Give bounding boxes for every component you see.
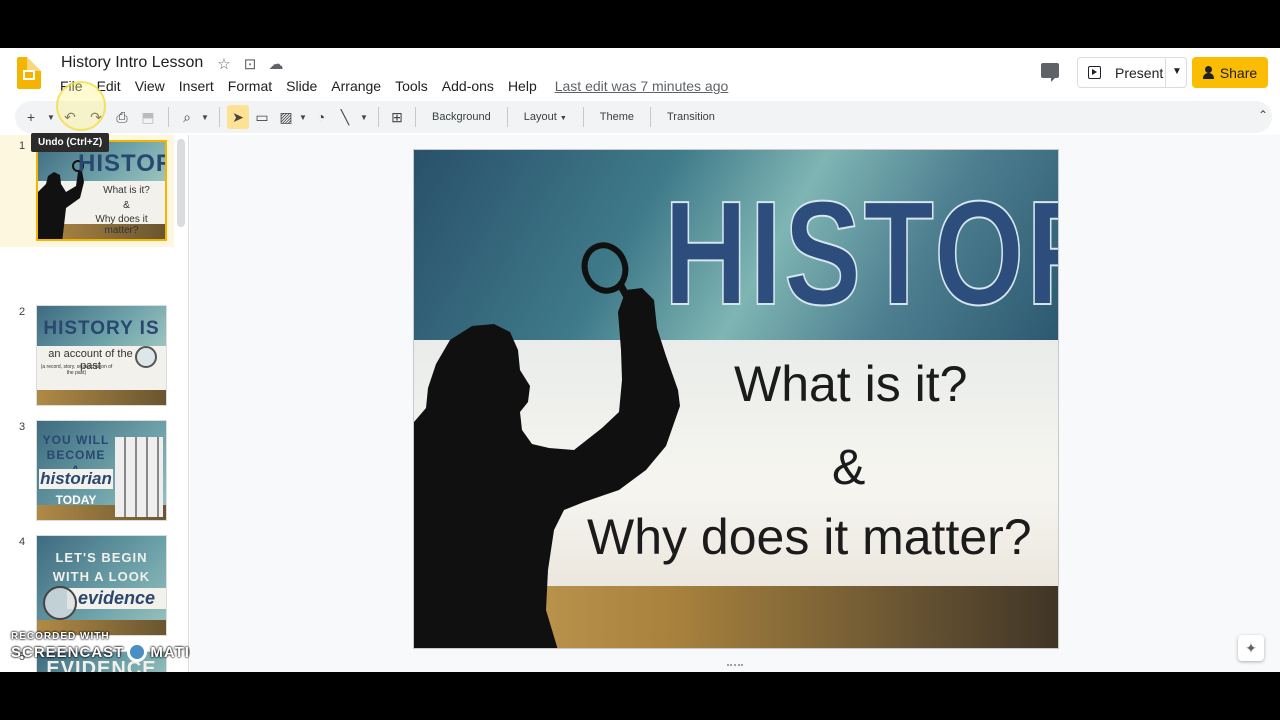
menu-slide[interactable]: Slide xyxy=(286,78,317,94)
slide-line-ampersand[interactable]: & xyxy=(832,438,865,496)
slide-thumbnail-1[interactable]: HISTORY What is it? & Why does it matter… xyxy=(36,140,167,241)
image-chevron-icon[interactable]: ▼ xyxy=(297,105,309,129)
toolbar: + ▼ ↶ ↷ ⎙ ⬒ ⌕ ▼ ➤ ▭ ▨ ▼ ◔ ╲ ▼ ⊞ Backgrou… xyxy=(15,101,1272,133)
share-button[interactable]: Share xyxy=(1192,57,1268,88)
thumb-line: (a record, story, or description of the … xyxy=(40,364,113,376)
slide-canvas: HISTORY What is it? & Why does it matter… xyxy=(190,135,1280,672)
document-title[interactable]: History Intro Lesson xyxy=(61,54,203,72)
new-slide-icon[interactable]: + xyxy=(17,105,45,129)
layout-button[interactable]: Layout ▼ xyxy=(515,111,576,123)
slide-number: 4 xyxy=(19,536,26,548)
select-cursor-icon[interactable]: ➤ xyxy=(227,105,249,129)
background-button[interactable]: Background xyxy=(423,111,500,123)
thumb-line: Why does it matter? xyxy=(95,214,148,236)
menu-arrange[interactable]: Arrange xyxy=(331,78,381,94)
thumb-line: & xyxy=(123,200,130,211)
present-icon xyxy=(1088,66,1101,79)
undo-tooltip: Undo (Ctrl+Z) xyxy=(31,133,110,152)
speaker-notes-resize-handle[interactable] xyxy=(727,664,743,668)
slide-number: 3 xyxy=(19,421,26,433)
slide-thumbnail-4[interactable]: LET'S BEGIN WITH A LOOK AT evidence xyxy=(36,535,167,636)
move-folder-icon[interactable]: ⊡ xyxy=(242,55,258,73)
cursor-highlight xyxy=(56,81,106,131)
line-icon[interactable]: ╲ xyxy=(333,105,357,129)
transition-button[interactable]: Transition xyxy=(658,111,724,123)
screencast-watermark: RECORDED WITH SCREENCAST MATIC xyxy=(11,631,202,662)
filmstrip-scrollbar[interactable] xyxy=(177,139,185,227)
image-icon[interactable]: ▨ xyxy=(275,105,297,129)
slide-filmstrip: 1 HISTORY What is it? & Why does it matt… xyxy=(0,135,189,672)
slide-thumbnail-3[interactable]: YOU WILL BECOME A historian TODAY xyxy=(36,420,167,521)
slide-line-why-matter[interactable]: Why does it matter? xyxy=(587,508,1032,566)
collapse-menus-chevron-icon[interactable]: ⌃ xyxy=(1258,108,1268,122)
menu-addons[interactable]: Add-ons xyxy=(442,78,494,94)
comment-history-icon[interactable] xyxy=(1041,63,1059,82)
menu-insert[interactable]: Insert xyxy=(179,78,214,94)
thumb-line: evidence xyxy=(67,588,166,609)
star-icon[interactable]: ☆ xyxy=(216,55,232,73)
slide-thumbnail-2[interactable]: HISTORY IS an account of the past (a rec… xyxy=(36,305,167,406)
menu-format[interactable]: Format xyxy=(228,78,272,94)
title-actions: ☆ ⊡ ☁ xyxy=(216,55,284,73)
share-label: Share xyxy=(1219,64,1258,81)
text-box-icon[interactable]: ▭ xyxy=(249,105,275,129)
cloud-status-icon[interactable]: ☁ xyxy=(268,55,284,73)
present-button[interactable]: Present ▼ xyxy=(1077,57,1187,88)
thumb-magnifier-icon xyxy=(135,346,157,368)
paint-format-icon[interactable]: ⬒ xyxy=(135,105,161,129)
thumb-line: TODAY xyxy=(55,493,97,507)
last-edit-link[interactable]: Last edit was 7 minutes ago xyxy=(555,78,729,94)
slide-number: 2 xyxy=(19,306,26,318)
thumb-line: What is it? xyxy=(103,185,150,196)
layout-label: Layout xyxy=(523,111,557,123)
zoom-icon[interactable]: ⌕ xyxy=(176,105,198,129)
slides-logo-icon[interactable] xyxy=(17,57,41,89)
menu-tools[interactable]: Tools xyxy=(395,78,428,94)
current-slide[interactable]: HISTORY What is it? & Why does it matter… xyxy=(413,149,1059,649)
share-person-icon xyxy=(1202,66,1214,79)
present-options-chevron-icon[interactable]: ▼ xyxy=(1172,66,1182,77)
thumb-books-image xyxy=(115,437,163,517)
thumb-line: historian xyxy=(39,469,113,489)
print-icon[interactable]: ⎙ xyxy=(109,105,135,129)
layout-chevron-icon: ▼ xyxy=(559,115,567,122)
thumb-heading: HISTORY IS xyxy=(43,318,160,339)
explore-icon[interactable]: ✦ xyxy=(1238,635,1264,661)
slide-number: 1 xyxy=(19,140,26,152)
zoom-chevron-icon[interactable]: ▼ xyxy=(198,105,212,129)
watermark-top: RECORDED WITH xyxy=(11,631,110,642)
slide-line-what-is-it[interactable]: What is it? xyxy=(734,355,967,413)
theme-button[interactable]: Theme xyxy=(591,111,643,123)
menu-bar: File Edit View Insert Format Slide Arran… xyxy=(60,78,728,94)
add-comment-icon[interactable]: ⊞ xyxy=(386,105,408,129)
thumb-magnifier-icon xyxy=(43,586,77,620)
screencast-logo-icon xyxy=(127,642,148,662)
watermark-left: SCREENCAST xyxy=(11,643,125,661)
line-chevron-icon[interactable]: ▼ xyxy=(357,105,371,129)
menu-help[interactable]: Help xyxy=(508,78,537,94)
slides-app-window: History Intro Lesson ☆ ⊡ ☁ File Edit Vie… xyxy=(0,48,1280,672)
thumb-heading: HISTORY xyxy=(78,150,165,177)
shape-icon[interactable]: ◔ xyxy=(309,105,333,129)
menu-view[interactable]: View xyxy=(135,78,165,94)
present-label: Present xyxy=(1115,64,1164,81)
